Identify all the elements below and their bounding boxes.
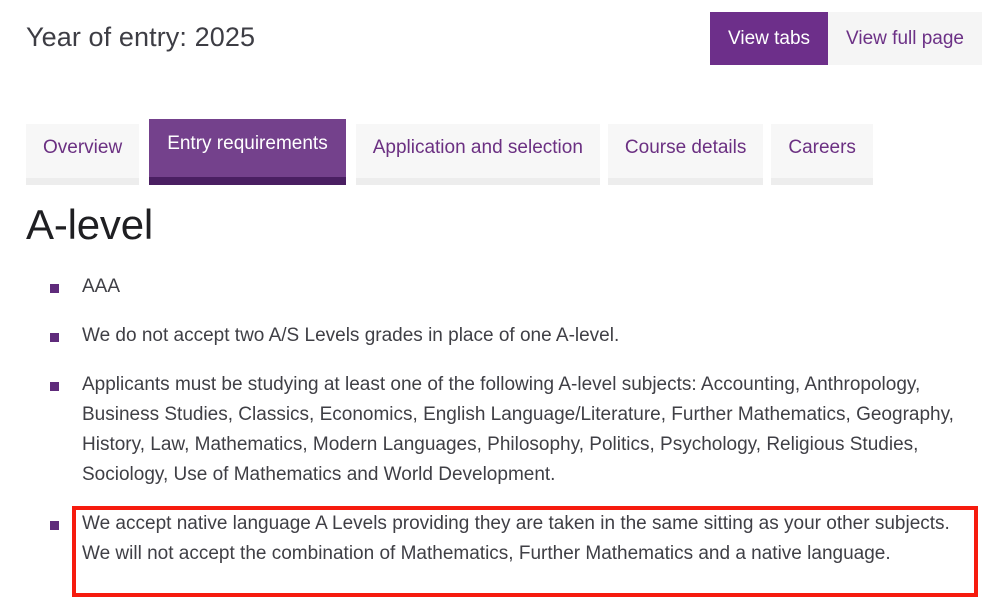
- tab-entry-requirements[interactable]: Entry requirements: [149, 119, 346, 185]
- course-tab-bar: Overview Entry requirements Application …: [26, 119, 873, 185]
- list-item-text: AAA: [82, 276, 121, 298]
- requirements-list: AAA We do not accept two A/S Levels grad…: [0, 272, 1006, 569]
- list-item: We accept native language A Levels provi…: [0, 509, 1006, 569]
- view-full-page-button[interactable]: View full page: [828, 12, 982, 65]
- page-title: Year of entry: 2025: [26, 22, 256, 52]
- square-bullet-icon: [50, 284, 59, 294]
- tab-overview[interactable]: Overview: [26, 124, 140, 185]
- square-bullet-icon: [50, 521, 59, 531]
- list-item: Applicants must be studying at least one…: [0, 370, 1006, 490]
- view-tabs-button[interactable]: View tabs: [710, 12, 829, 65]
- entry-requirements-panel: A-level AAA We do not accept two A/S Lev…: [0, 200, 1006, 569]
- list-item-text: We do not accept two A/S Levels grades i…: [82, 325, 620, 347]
- list-item-text: Applicants must be studying at least one…: [82, 374, 954, 486]
- section-heading-a-level: A-level: [26, 201, 153, 248]
- list-item: We do not accept two A/S Levels grades i…: [0, 321, 1006, 351]
- square-bullet-icon: [50, 382, 59, 392]
- view-mode-toggle: View tabs View full page: [710, 12, 982, 65]
- tab-application-and-selection[interactable]: Application and selection: [355, 124, 600, 185]
- list-item-text: We accept native language A Levels provi…: [82, 513, 950, 565]
- page-header: Year of entry: 2025 View tabs View full …: [0, 0, 1006, 90]
- tab-careers[interactable]: Careers: [771, 124, 873, 185]
- tab-course-details[interactable]: Course details: [607, 124, 764, 185]
- list-item: AAA: [0, 272, 1006, 302]
- square-bullet-icon: [50, 333, 59, 343]
